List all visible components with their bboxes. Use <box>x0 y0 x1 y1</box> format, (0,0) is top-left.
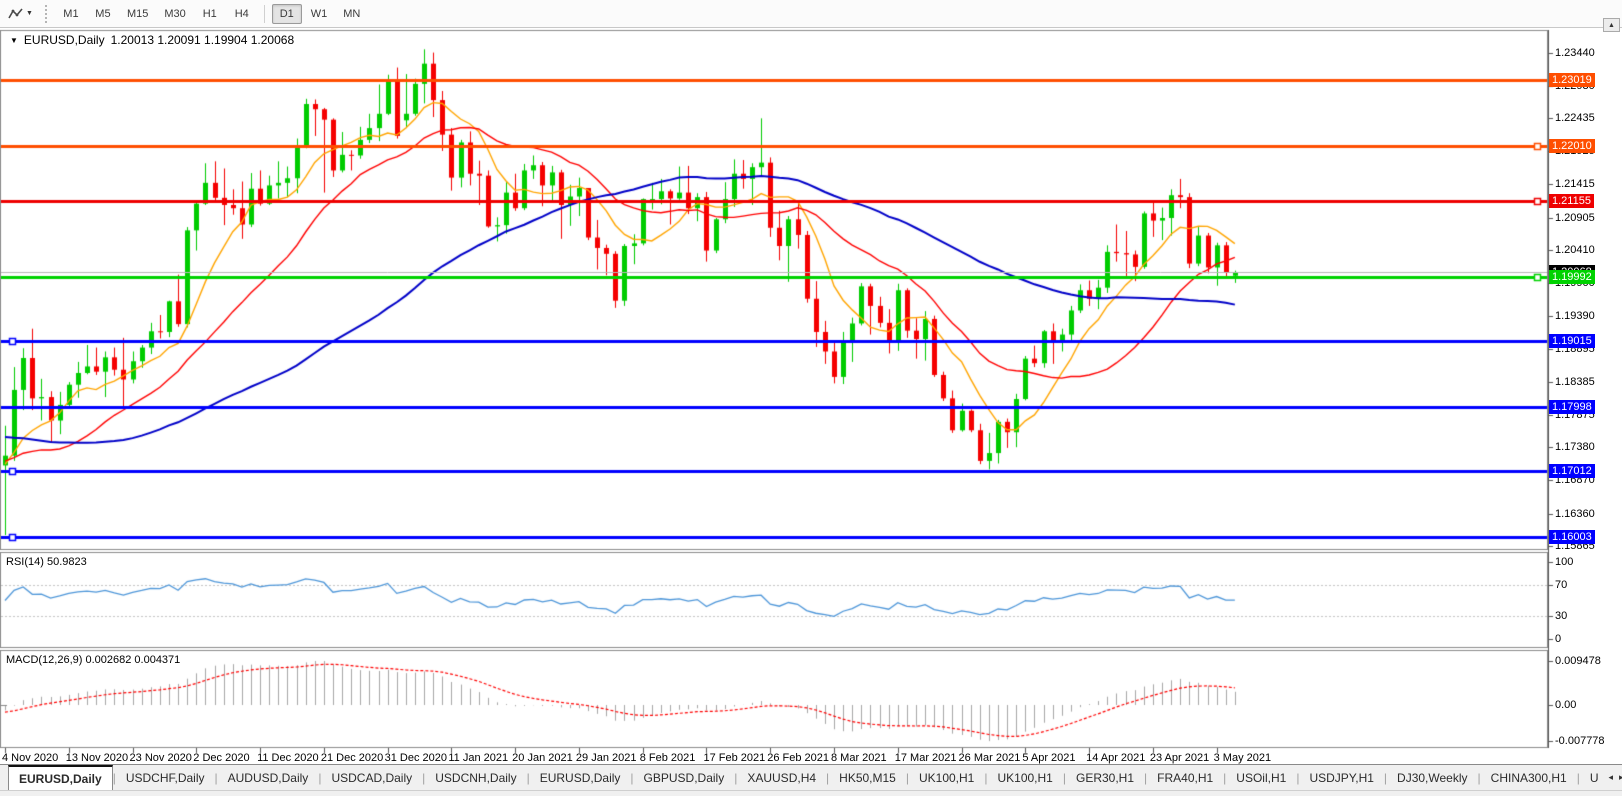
tab-usdchf-daily[interactable]: USDCHF,Daily <box>116 765 215 790</box>
date-label: 26 Feb 2021 <box>767 752 829 764</box>
date-label: 11 Jan 2021 <box>448 752 508 764</box>
price-axis-tick: 1.17380 <box>1555 441 1595 453</box>
date-label: 4 Nov 2020 <box>2 752 58 764</box>
date-label: 29 Jan 2021 <box>576 752 637 764</box>
price-line-label: 1.17998 <box>1549 400 1595 414</box>
chart-dropdown-icon[interactable]: ▼ <box>10 36 18 45</box>
price-axis-tick: 1.20905 <box>1555 212 1595 224</box>
timeframe-button-h4[interactable]: H4 <box>227 4 257 24</box>
price-line-label: 1.19992 <box>1549 270 1595 284</box>
price-line-label: 1.22010 <box>1549 139 1595 153</box>
date-label: 3 May 2021 <box>1214 752 1271 764</box>
price-line-label: 1.23019 <box>1549 73 1595 87</box>
tab-ger30-h1[interactable]: GER30,H1 <box>1066 765 1144 790</box>
line-studies-tool-button[interactable]: ▼ <box>4 5 37 23</box>
tab-hk50-m15[interactable]: HK50,M15 <box>829 765 906 790</box>
tab-eurusd-daily[interactable]: EURUSD,Daily <box>8 765 113 790</box>
chevron-down-icon: ▼ <box>26 10 33 17</box>
chart-symbol-period: EURUSD,Daily <box>24 33 105 47</box>
toolbar-grip-handle[interactable] <box>45 5 49 23</box>
timeframe-button-h1[interactable]: H1 <box>195 4 225 24</box>
macd-title: MACD(12,26,9) 0.002682 0.004371 <box>6 654 180 666</box>
timeframe-toolbar: ▼ M1M5M15M30H1H4 D1W1MN <box>0 0 1622 28</box>
date-label: 17 Mar 2021 <box>895 752 957 764</box>
tab-china300-h1[interactable]: CHINA300,H1 <box>1481 765 1577 790</box>
price-axis-tick: 1.18385 <box>1555 376 1595 388</box>
timeframe-button-m1[interactable]: M1 <box>56 4 86 24</box>
tab-uk100-h1[interactable]: UK100,H1 <box>987 765 1062 790</box>
date-label: 23 Apr 2021 <box>1150 752 1209 764</box>
macd-axis-label: 0.009478 <box>1555 655 1601 667</box>
date-label: 14 Apr 2021 <box>1086 752 1145 764</box>
price-line-label: 1.21155 <box>1549 194 1594 208</box>
date-label: 31 Dec 2020 <box>385 752 447 764</box>
price-line-label: 1.19015 <box>1549 334 1595 348</box>
rsi-title: RSI(14) 50.9823 <box>6 556 87 568</box>
macd-axis-label: -0.007778 <box>1555 735 1605 747</box>
price-axis-tick: 1.20410 <box>1555 244 1595 256</box>
chart-ohlc-values: 1.20013 1.20091 1.19904 1.20068 <box>111 33 295 47</box>
macd-axis-label: 0.00 <box>1555 699 1576 711</box>
price-axis-tick: 1.21415 <box>1555 178 1595 190</box>
date-label: 17 Feb 2021 <box>703 752 765 764</box>
tab-usdjpy-h1[interactable]: USDJPY,H1 <box>1299 765 1383 790</box>
tab-eurusd-daily[interactable]: EURUSD,Daily <box>530 765 631 790</box>
tab-usdcad-daily[interactable]: USDCAD,Daily <box>321 765 422 790</box>
chart-title: ▼ EURUSD,Daily 1.20013 1.20091 1.19904 1… <box>10 33 294 47</box>
tab-usdcnh-daily[interactable]: USDCNH,Daily <box>425 765 526 790</box>
timeframe-button-m15[interactable]: M15 <box>120 4 155 24</box>
tab-uk100-h1[interactable]: UK100,H1 <box>909 765 984 790</box>
status-strip <box>0 790 1622 796</box>
tab-audusd-daily[interactable]: AUDUSD,Daily <box>218 765 319 790</box>
timeframe-button-m5[interactable]: M5 <box>88 4 118 24</box>
metatrader-window: ▼ M1M5M15M30H1H4 D1W1MN ▼ EURUSD,Daily 1.… <box>0 0 1622 796</box>
scroll-up-button[interactable]: ▲ <box>1603 18 1620 32</box>
rsi-level-label: 0 <box>1555 633 1561 645</box>
tab-xauusd-h4[interactable]: XAUUSD,H4 <box>737 765 826 790</box>
toolbar-separator <box>264 5 265 23</box>
date-label: 13 Nov 2020 <box>66 752 128 764</box>
date-label: 11 Dec 2020 <box>257 752 319 764</box>
price-line-label: 1.16003 <box>1549 530 1595 544</box>
price-axis-tick: 1.19390 <box>1555 310 1595 322</box>
tab-u[interactable]: U <box>1580 765 1609 790</box>
timeframe-button-d1[interactable]: D1 <box>272 4 302 24</box>
rsi-level-label: 100 <box>1555 556 1573 568</box>
date-label: 21 Dec 2020 <box>321 752 383 764</box>
price-chart-canvas[interactable] <box>0 0 1622 796</box>
timeframe-button-w1[interactable]: W1 <box>304 4 335 24</box>
price-line-label: 1.17012 <box>1549 464 1595 478</box>
tab-scroll-left-arrow-icon[interactable]: ◂ <box>1608 772 1613 783</box>
timeframe-buttons-group: M1M5M15M30H1H4 D1W1MN <box>55 4 368 24</box>
price-axis-tick: 1.22435 <box>1555 112 1595 124</box>
date-label: 5 Apr 2021 <box>1022 752 1075 764</box>
tab-scroll-arrows: ◂▸ <box>1608 765 1622 790</box>
rsi-level-label: 30 <box>1555 610 1567 622</box>
timeframe-button-mn[interactable]: MN <box>336 4 367 24</box>
price-axis-tick: 1.16360 <box>1555 508 1595 520</box>
tab-gbpusd-daily[interactable]: GBPUSD,Daily <box>634 765 735 790</box>
date-label: 2 Dec 2020 <box>193 752 249 764</box>
date-label: 8 Mar 2021 <box>831 752 887 764</box>
timeframe-button-m30[interactable]: M30 <box>157 4 192 24</box>
date-label: 20 Jan 2021 <box>512 752 573 764</box>
date-label: 26 Mar 2021 <box>959 752 1021 764</box>
price-axis-tick: 1.23440 <box>1555 47 1595 59</box>
tab-fra40-h1[interactable]: FRA40,H1 <box>1147 765 1223 790</box>
date-label: 23 Nov 2020 <box>130 752 192 764</box>
rsi-level-label: 70 <box>1555 579 1567 591</box>
date-label: 8 Feb 2021 <box>640 752 696 764</box>
chart-tabbar: EURUSD,Daily|USDCHF,Daily|AUDUSD,Daily|U… <box>0 764 1622 790</box>
tab-dj30-weekly[interactable]: DJ30,Weekly <box>1387 765 1477 790</box>
polyline-tool-icon <box>8 7 24 21</box>
tab-usoil-h1[interactable]: USOil,H1 <box>1226 765 1296 790</box>
